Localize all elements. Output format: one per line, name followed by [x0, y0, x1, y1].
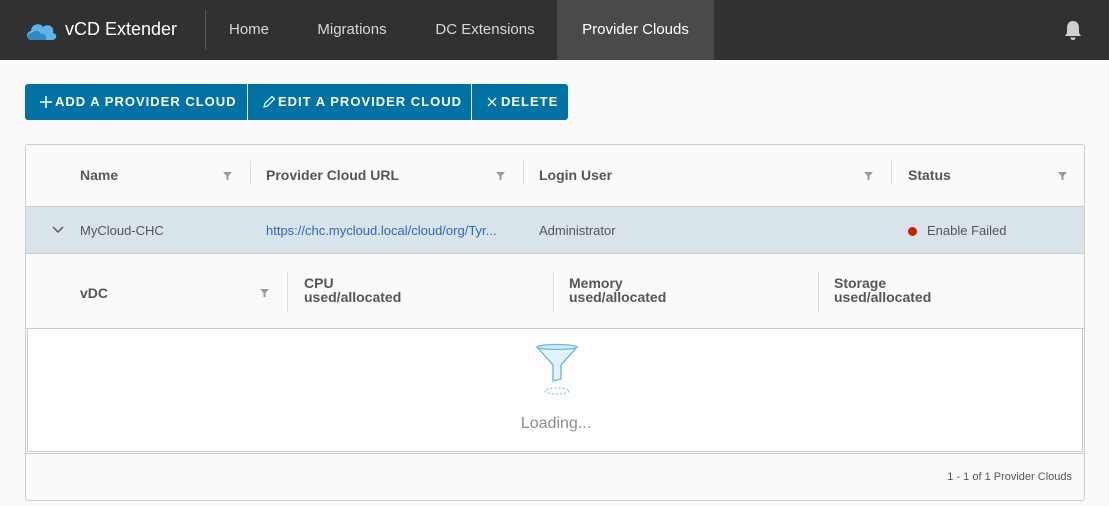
plus-icon [40, 96, 52, 108]
column-divider[interactable] [818, 272, 819, 312]
table-row[interactable]: MyCloud-CHC https://chc.mycloud.local/cl… [26, 207, 1084, 254]
chevron-down-icon[interactable] [52, 226, 64, 234]
add-provider-cloud-button[interactable]: ADD A PROVIDER CLOUD [25, 84, 247, 120]
column-divider[interactable] [891, 161, 892, 185]
funnel-icon [535, 343, 579, 395]
vdc-grid-body: Loading... [27, 329, 1083, 452]
column-header-login-user[interactable]: Login User [539, 167, 612, 183]
row-detail-panel: vDC CPU used/allocated Memory used/alloc… [26, 254, 1084, 454]
memory-sublabel: used/allocated [569, 289, 667, 305]
status-error-icon [908, 227, 917, 236]
nav-home[interactable]: Home [213, 0, 285, 60]
column-header-url[interactable]: Provider Cloud URL [266, 167, 399, 183]
filter-icon[interactable] [260, 289, 269, 297]
memory-label: Memory [569, 275, 623, 291]
filter-icon[interactable] [864, 172, 873, 180]
column-header-name[interactable]: Name [80, 167, 118, 183]
add-button-label: ADD A PROVIDER CLOUD [55, 94, 237, 109]
loading-text: Loading... [520, 415, 592, 432]
storage-label: Storage [834, 275, 887, 291]
column-header-cpu[interactable]: CPU used/allocated [304, 276, 401, 304]
delete-button-label: DELETE [501, 94, 559, 109]
vdc-grid-header: vDC CPU used/allocated Memory used/alloc… [26, 254, 1084, 329]
cell-status: Enable Failed [927, 223, 1007, 238]
filter-icon[interactable] [1058, 172, 1067, 180]
filter-icon[interactable] [223, 172, 232, 180]
column-header-storage[interactable]: Storage used/allocated [834, 276, 931, 304]
grid-footer: 1 - 1 of 1 Provider Clouds [26, 454, 1084, 500]
pencil-icon [263, 95, 276, 108]
cell-url-link[interactable]: https://chc.mycloud.local/cloud/org/Tyr.… [266, 223, 524, 238]
column-divider[interactable] [553, 272, 554, 312]
nav-provider-clouds[interactable]: Provider Clouds [557, 0, 714, 60]
pagination-summary: 1 - 1 of 1 Provider Clouds [947, 471, 1072, 483]
top-nav-bar: vCD Extender Home Migrations DC Extensio… [0, 0, 1109, 60]
cloud-logo-icon [26, 24, 57, 40]
edit-button-label: EDIT A PROVIDER CLOUD [278, 94, 462, 109]
cell-name: MyCloud-CHC [80, 223, 164, 238]
nav-migrations[interactable]: Migrations [300, 0, 404, 60]
column-divider[interactable] [523, 161, 524, 185]
nav-dc-extensions[interactable]: DC Extensions [420, 0, 550, 60]
cpu-sublabel: used/allocated [304, 289, 402, 305]
column-divider[interactable] [250, 161, 251, 185]
column-header-status[interactable]: Status [908, 167, 951, 183]
column-divider[interactable] [287, 272, 288, 312]
edit-provider-cloud-button[interactable]: EDIT A PROVIDER CLOUD [248, 84, 471, 120]
filter-icon[interactable] [496, 172, 505, 180]
column-header-vdc[interactable]: vDC [80, 286, 108, 300]
header-divider [205, 10, 206, 50]
bell-icon[interactable] [1062, 19, 1084, 41]
delete-button[interactable]: DELETE [472, 84, 568, 120]
cpu-label: CPU [304, 275, 334, 291]
cell-login-user: Administrator [539, 223, 616, 238]
storage-sublabel: used/allocated [834, 289, 932, 305]
grid-header: Name Provider Cloud URL Login User Statu… [26, 145, 1084, 207]
app-title: vCD Extender [65, 19, 178, 39]
close-icon [487, 97, 497, 107]
provider-clouds-grid: Name Provider Cloud URL Login User Statu… [25, 144, 1085, 501]
column-header-memory[interactable]: Memory used/allocated [569, 276, 666, 304]
